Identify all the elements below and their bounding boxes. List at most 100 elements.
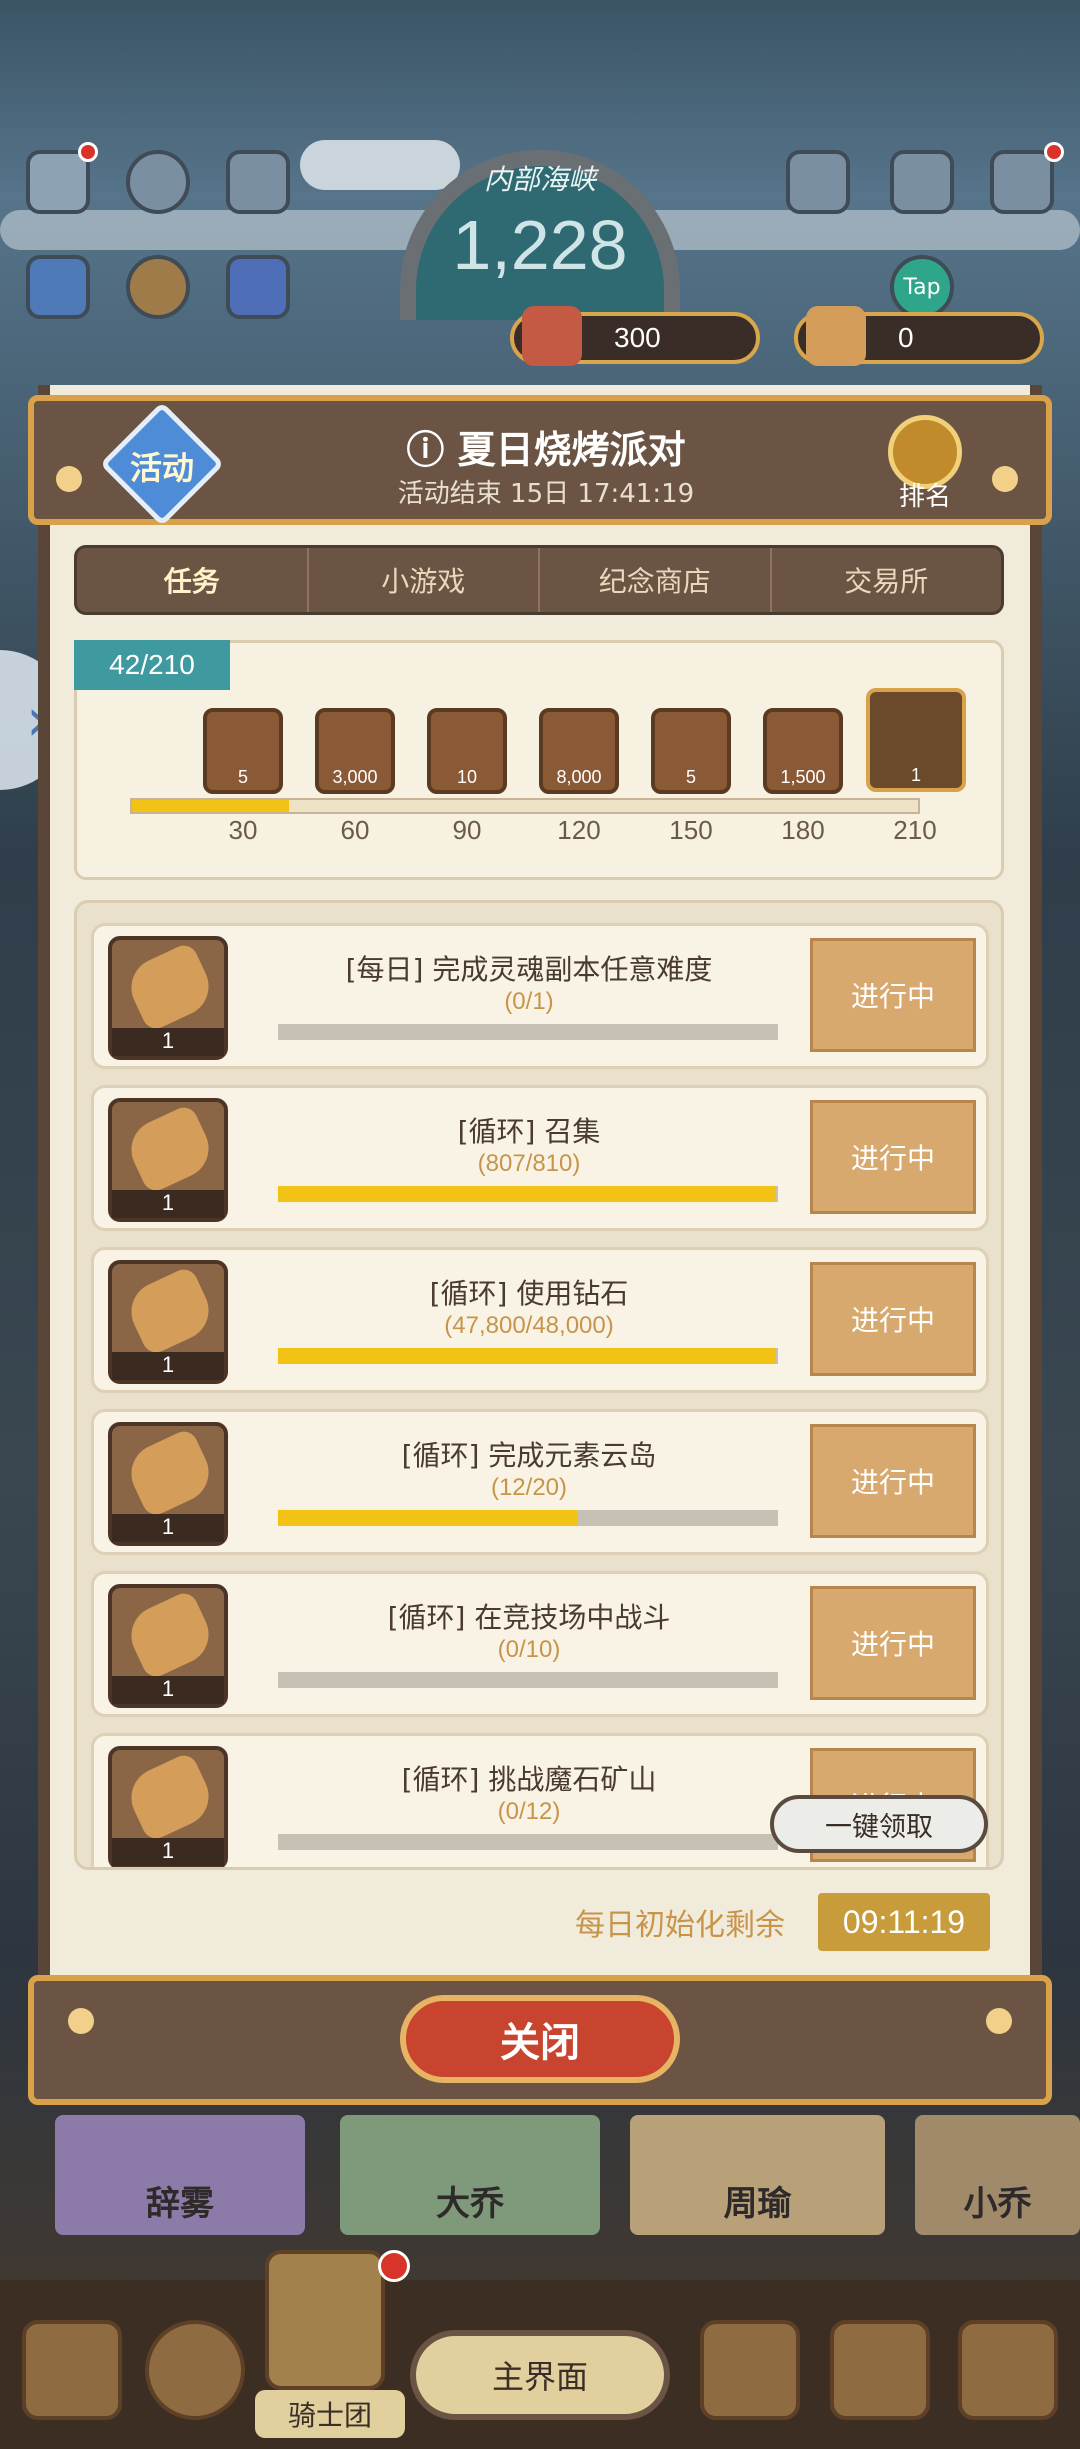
friends-icon[interactable] <box>890 150 954 214</box>
claim-all-button[interactable]: 一键领取 <box>770 1795 988 1853</box>
knight-banner-icon[interactable] <box>265 2250 385 2390</box>
meat-count: 300 <box>614 322 661 353</box>
quest-title: [每日] 完成灵魂副本任意难度 <box>345 953 713 986</box>
quest-status-button[interactable]: 进行中 <box>810 1262 976 1376</box>
meat-icon <box>522 306 582 366</box>
milestone-label: 180 <box>781 815 825 845</box>
log-reward-icon: 1 <box>108 1260 228 1384</box>
ship-wheel-icon[interactable] <box>126 255 190 319</box>
notification-badge <box>78 142 98 162</box>
log-count: 0 <box>898 322 914 353</box>
bolt-icon <box>986 2008 1012 2034</box>
quest-count: (0/1) <box>504 988 554 1015</box>
quest-row: 1 [循环] 完成元素云岛 (12/20) 进行中 <box>91 1409 989 1555</box>
ship-icon[interactable] <box>700 2320 800 2420</box>
quest-progress-fill <box>278 1510 578 1526</box>
daily-reset-label: 每日初始化剩余 <box>575 1908 785 1943</box>
notification-badge <box>378 2250 410 2282</box>
log-reward-icon: 1 <box>108 1584 228 1708</box>
quest-count: (47,800/48,000) <box>444 1312 614 1339</box>
milestone-label: 210 <box>893 815 937 845</box>
milestone-label: 60 <box>340 815 370 845</box>
quest-status-button[interactable]: 进行中 <box>810 938 976 1052</box>
daily-reset-timer: 09:11:19 <box>818 1893 990 1951</box>
quest-title: [循环] 使用钻石 <box>429 1277 629 1310</box>
three-star-chest-icon[interactable]: 1 <box>866 688 966 792</box>
log-icon[interactable]: 10 <box>427 708 507 794</box>
quest-list[interactable]: 1 [每日] 完成灵魂副本任意难度 (0/1) 进行中 1 [循环] 召集 (8… <box>74 900 1004 1870</box>
quest-progress-bar <box>278 1834 778 1850</box>
gold-pile-icon[interactable]: 3,000 <box>315 708 395 794</box>
propeller-icon[interactable] <box>145 2320 245 2420</box>
quest-count: (0/12) <box>497 1798 561 1825</box>
quest-count: (12/20) <box>490 1474 568 1501</box>
zone-score: 1,228 <box>452 206 628 284</box>
milestone-label: 30 <box>228 815 258 845</box>
tap-icon[interactable]: Tap <box>890 255 954 319</box>
log-reward-icon: 1 <box>108 1746 228 1867</box>
milestone-label: 90 <box>452 815 482 845</box>
hero-card[interactable]: 大乔 <box>340 2115 600 2235</box>
quest-count: (807/810) <box>477 1150 581 1177</box>
trophy-icon[interactable] <box>226 150 290 214</box>
main-screen-button[interactable]: 主界面 <box>410 2330 670 2420</box>
hero-card[interactable]: 辞雾 <box>55 2115 305 2235</box>
gear-icon[interactable] <box>126 150 190 214</box>
quest-progress-bar <box>278 1186 778 1202</box>
calendar-icon[interactable] <box>226 255 290 319</box>
pickaxe-icon[interactable]: 5 <box>651 708 731 794</box>
quest-title: [循环] 挑战魔石矿山 <box>401 1763 657 1796</box>
quest-row: 1 [循环] 召集 (807/810) 进行中 <box>91 1085 989 1231</box>
quest-count: (0/10) <box>497 1636 561 1663</box>
tab-souvenir-shop[interactable]: 纪念商店 <box>540 548 772 612</box>
quest-status-button[interactable]: 进行中 <box>810 1100 976 1214</box>
log-icon <box>806 306 866 366</box>
bolt-icon <box>56 466 82 492</box>
tab-exchange[interactable]: 交易所 <box>772 548 1002 612</box>
toolbox-icon[interactable] <box>786 150 850 214</box>
quest-row: 1 [每日] 完成灵魂副本任意难度 (0/1) 进行中 <box>91 923 989 1069</box>
rank-label[interactable]: 排名 <box>880 476 970 513</box>
quest-progress-bar <box>278 1024 778 1040</box>
log-reward-icon: 1 <box>108 1098 228 1222</box>
quest-row: 1 [循环] 使用钻石 (47,800/48,000) 进行中 <box>91 1247 989 1393</box>
milestone-progress-fill <box>132 800 290 812</box>
tab-tasks[interactable]: 任务 <box>77 548 309 612</box>
hero-card[interactable]: 周瑜 <box>630 2115 885 2235</box>
hero-card[interactable]: 小乔 <box>915 2115 1080 2235</box>
quest-progress-fill <box>278 1186 776 1202</box>
event-icon[interactable] <box>26 255 90 319</box>
quest-progress-fill <box>278 1348 776 1364</box>
quest-progress-bar <box>278 1510 778 1526</box>
armor-icon[interactable] <box>830 2320 930 2420</box>
quest-progress-bar <box>278 1672 778 1688</box>
quest-status-button[interactable]: 进行中 <box>810 1424 976 1538</box>
milestone-label: 150 <box>669 815 713 845</box>
milestone-label: 120 <box>557 815 601 845</box>
knight-label[interactable]: 骑士团 <box>255 2390 405 2438</box>
guild-shield-icon[interactable] <box>22 2320 122 2420</box>
tab-bar: 任务 小游戏 纪念商店 交易所 <box>74 545 1004 615</box>
shop-icon[interactable] <box>958 2320 1058 2420</box>
quest-title: [循环] 在竞技场中战斗 <box>387 1601 671 1634</box>
milestone-progress-bar <box>130 798 920 814</box>
bolt-icon <box>992 466 1018 492</box>
menu-icon[interactable] <box>26 150 90 214</box>
zone-name: 内部海峡 <box>483 163 596 196</box>
mail-icon[interactable] <box>990 150 1054 214</box>
progress-label: 42/210 <box>74 640 230 690</box>
meat-icon[interactable]: 8,000 <box>539 708 619 794</box>
quest-title: [循环] 完成元素云岛 <box>401 1439 657 1472</box>
diamond-icon[interactable]: 1,500 <box>763 708 843 794</box>
quest-status-button[interactable]: 进行中 <box>810 1586 976 1700</box>
quest-row: 1 [循环] 在竞技场中战斗 (0/10) 进行中 <box>91 1571 989 1717</box>
gold-bars-icon[interactable]: 5 <box>203 708 283 794</box>
tab-minigame[interactable]: 小游戏 <box>309 548 540 612</box>
notification-badge <box>1044 142 1064 162</box>
event-badge-label: 活动 <box>129 449 194 487</box>
log-reward-icon: 1 <box>108 1422 228 1546</box>
close-button[interactable]: 关闭 <box>400 1995 680 2083</box>
quest-progress-bar <box>278 1348 778 1364</box>
log-reward-icon: 1 <box>108 936 228 1060</box>
bolt-icon <box>68 2008 94 2034</box>
